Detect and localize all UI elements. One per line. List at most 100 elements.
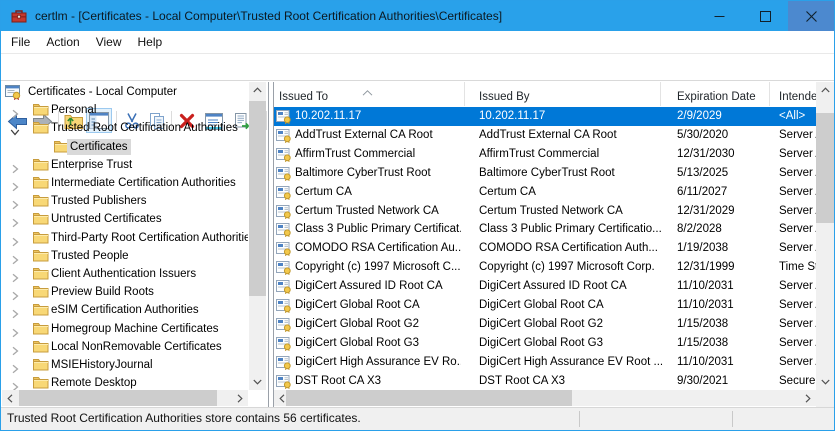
tree-scrollbar-thumb[interactable]: [249, 101, 266, 296]
folder-icon: [33, 321, 49, 337]
menu-action[interactable]: Action: [38, 31, 87, 53]
cell-issued-to: DigiCert Global Root G2: [295, 317, 419, 330]
chevron-collapsed-icon[interactable]: [10, 379, 20, 392]
scroll-right-icon[interactable]: [232, 390, 248, 406]
menu-view[interactable]: View: [88, 31, 130, 53]
folder-icon: [33, 339, 49, 355]
certificate-row-digicert-global-root-ca[interactable]: DigiCert Global Root CA DigiCert Global R…: [274, 296, 816, 315]
certificate-icon: [276, 259, 292, 276]
cell-issued-to: AffirmTrust Commercial: [295, 147, 416, 160]
chevron-collapsed-icon[interactable]: [10, 234, 20, 246]
certificate-row-baltimore-cybertrust-root[interactable]: Baltimore CyberTrust Root Baltimore Cyber…: [274, 163, 816, 183]
chevron-collapsed-icon[interactable]: [10, 197, 20, 210]
cell-issued-by: DigiCert Assured ID Root CA: [479, 280, 627, 293]
certlm-window: certlm - [Certificates - Local Computer\…: [0, 0, 835, 431]
chevron-expanded-icon[interactable]: [10, 124, 20, 136]
tree-hscrollbar-thumb[interactable]: [19, 390, 217, 406]
cell-intended-purposes: Server Au: [779, 355, 816, 368]
tree-item-trusted-people[interactable]: Trusted People: [2, 247, 248, 266]
chevron-collapsed-icon[interactable]: [10, 361, 20, 374]
maximize-button[interactable]: [742, 1, 788, 31]
tree-item-intermediate-certification-authorities[interactable]: Intermediate Certification Authorities: [2, 174, 248, 193]
certificate-row-digicert-assured-id-root-ca[interactable]: DigiCert Assured ID Root CA DigiCert Assu…: [274, 277, 816, 297]
certificate-row-digicert-high-assurance-ev-ro[interactable]: DigiCert High Assurance EV Ro... DigiCert…: [274, 352, 816, 372]
close-button[interactable]: [788, 1, 834, 31]
scroll-left-icon[interactable]: [2, 390, 18, 406]
scroll-down-icon[interactable]: [817, 374, 833, 390]
certificate-row-digicert-global-root-g3[interactable]: DigiCert Global Root G3 DigiCert Global R…: [274, 333, 816, 353]
tree-horizontal-scrollbar[interactable]: [2, 390, 248, 406]
certificate-icon: [276, 278, 292, 295]
list-vertical-scrollbar[interactable]: [816, 82, 834, 390]
tree-vertical-scrollbar[interactable]: [249, 82, 266, 390]
chevron-collapsed-icon[interactable]: [10, 343, 20, 356]
chevron-collapsed-icon[interactable]: [10, 306, 20, 319]
chevron-collapsed-icon[interactable]: [10, 288, 20, 301]
cell-intended-purposes: Server Au: [779, 166, 816, 179]
tree-item-trusted-root-certification-authorities[interactable]: Trusted Root Certification Authorities: [2, 119, 248, 138]
certificate-row-certum-trusted-network-ca[interactable]: Certum Trusted Network CA Certum Trusted …: [274, 201, 816, 221]
console-icon: [5, 84, 21, 101]
cell-expiration-date: 6/11/2027: [677, 185, 728, 198]
tree-item-untrusted-certificates[interactable]: Untrusted Certificates: [2, 210, 248, 229]
column-header-intended-purposes[interactable]: Intended Purposes: [770, 82, 816, 106]
certificate-row-comodo-rsa-certification-au[interactable]: COMODO RSA Certification Au... COMODO RSA…: [274, 239, 816, 259]
tree-item-label: Homegroup Machine Certificates: [51, 322, 219, 335]
cell-expiration-date: 11/10/2031: [677, 280, 734, 293]
menu-help[interactable]: Help: [130, 31, 171, 53]
certificate-row-copyright-c-1997-microsoft-c[interactable]: Copyright (c) 1997 Microsoft C... Copyrig…: [274, 258, 816, 278]
scroll-down-icon[interactable]: [249, 374, 265, 390]
menu-file[interactable]: File: [3, 31, 38, 53]
certificate-row-digicert-global-root-g2[interactable]: DigiCert Global Root G2 DigiCert Global R…: [274, 314, 816, 334]
tree-item-label: Personal: [51, 104, 97, 117]
certificate-row-certum-ca[interactable]: Certum CA Certum CA 6/11/2027 Server Au: [274, 182, 816, 202]
status-bar: Trusted Root Certification Authorities s…: [1, 407, 834, 430]
certificate-icon: [276, 373, 292, 389]
scroll-up-icon[interactable]: [817, 82, 833, 98]
tree-item-personal[interactable]: Personal: [2, 101, 248, 120]
certificate-row-affirmtrust-commercial[interactable]: AffirmTrust Commercial AffirmTrust Commer…: [274, 144, 816, 164]
chevron-collapsed-icon[interactable]: [10, 252, 20, 265]
list-hscrollbar-thumb[interactable]: [286, 390, 572, 406]
tree-item-local-nonremovable-certificates[interactable]: Local NonRemovable Certificates: [2, 338, 248, 357]
tree-item-label: MSIEHistoryJournal: [51, 359, 153, 371]
tree-item-client-authentication-issuers[interactable]: Client Authentication Issuers: [2, 265, 248, 284]
title-bar[interactable]: certlm - [Certificates - Local Computer\…: [1, 1, 834, 31]
column-header-expiration-date[interactable]: Expiration Date: [661, 82, 770, 106]
cell-expiration-date: 12/31/1999: [677, 261, 735, 274]
tree-item-msiehistoryjournal[interactable]: MSIEHistoryJournal: [2, 356, 248, 375]
tree-item-enterprise-trust[interactable]: Enterprise Trust: [2, 156, 248, 175]
scroll-right-icon[interactable]: [800, 390, 816, 406]
chevron-collapsed-icon[interactable]: [10, 270, 20, 283]
chevron-collapsed-icon[interactable]: [10, 179, 20, 192]
tree-item-esim-certification-authorities[interactable]: eSIM Certification Authorities: [2, 301, 248, 320]
certificate-icon: [276, 127, 292, 143]
tree-item-trusted-publishers[interactable]: Trusted Publishers: [2, 192, 248, 211]
chevron-collapsed-icon[interactable]: [10, 215, 20, 228]
chevron-collapsed-icon[interactable]: [10, 161, 20, 174]
certificate-row-dst-root-ca-x3[interactable]: DST Root CA X3 DST Root CA X3 9/30/2021 Sec…: [274, 371, 816, 391]
tree-item-third-party-root-certification-authorities[interactable]: Third-Party Root Certification Authoriti…: [2, 229, 248, 248]
cell-issued-by: AffirmTrust Commercial: [479, 147, 600, 160]
column-header-issued-by[interactable]: Issued By: [465, 82, 661, 106]
splitter-line-left[interactable]: [268, 82, 269, 407]
list-scrollbar-thumb[interactable]: [816, 113, 834, 223]
chevron-collapsed-icon[interactable]: [10, 325, 20, 337]
certificate-row-class-3-public-primary-certificat[interactable]: Class 3 Public Primary Certificat... Clas…: [274, 220, 816, 240]
certificate-icon: [276, 335, 292, 351]
tree-item-certificates-local-computer[interactable]: Certificates - Local Computer: [2, 83, 248, 102]
certificate-row-addtrust-external-ca-root[interactable]: AddTrust External CA Root AddTrust Extern…: [274, 125, 816, 145]
maximize-icon: [759, 10, 771, 22]
cell-expiration-date: 1/19/2038: [677, 242, 729, 255]
cell-expiration-date: 12/31/2030: [677, 147, 735, 160]
tree-item-certificates[interactable]: Certificates: [2, 138, 248, 157]
tree-item-preview-build-roots[interactable]: Preview Build Roots: [2, 283, 248, 302]
chevron-collapsed-icon[interactable]: [10, 106, 20, 119]
cell-intended-purposes: Server Au: [779, 317, 816, 330]
list-horizontal-scrollbar[interactable]: [274, 390, 816, 406]
certificate-row-10-202-11-17[interactable]: 10.202.11.17 10.202.11.17 2/9/2029 <All>: [274, 107, 816, 126]
certificate-icon: [276, 146, 292, 162]
scroll-up-icon[interactable]: [249, 82, 265, 98]
minimize-button[interactable]: [696, 1, 742, 31]
tree-item-homegroup-machine-certificates[interactable]: Homegroup Machine Certificates: [2, 320, 248, 339]
